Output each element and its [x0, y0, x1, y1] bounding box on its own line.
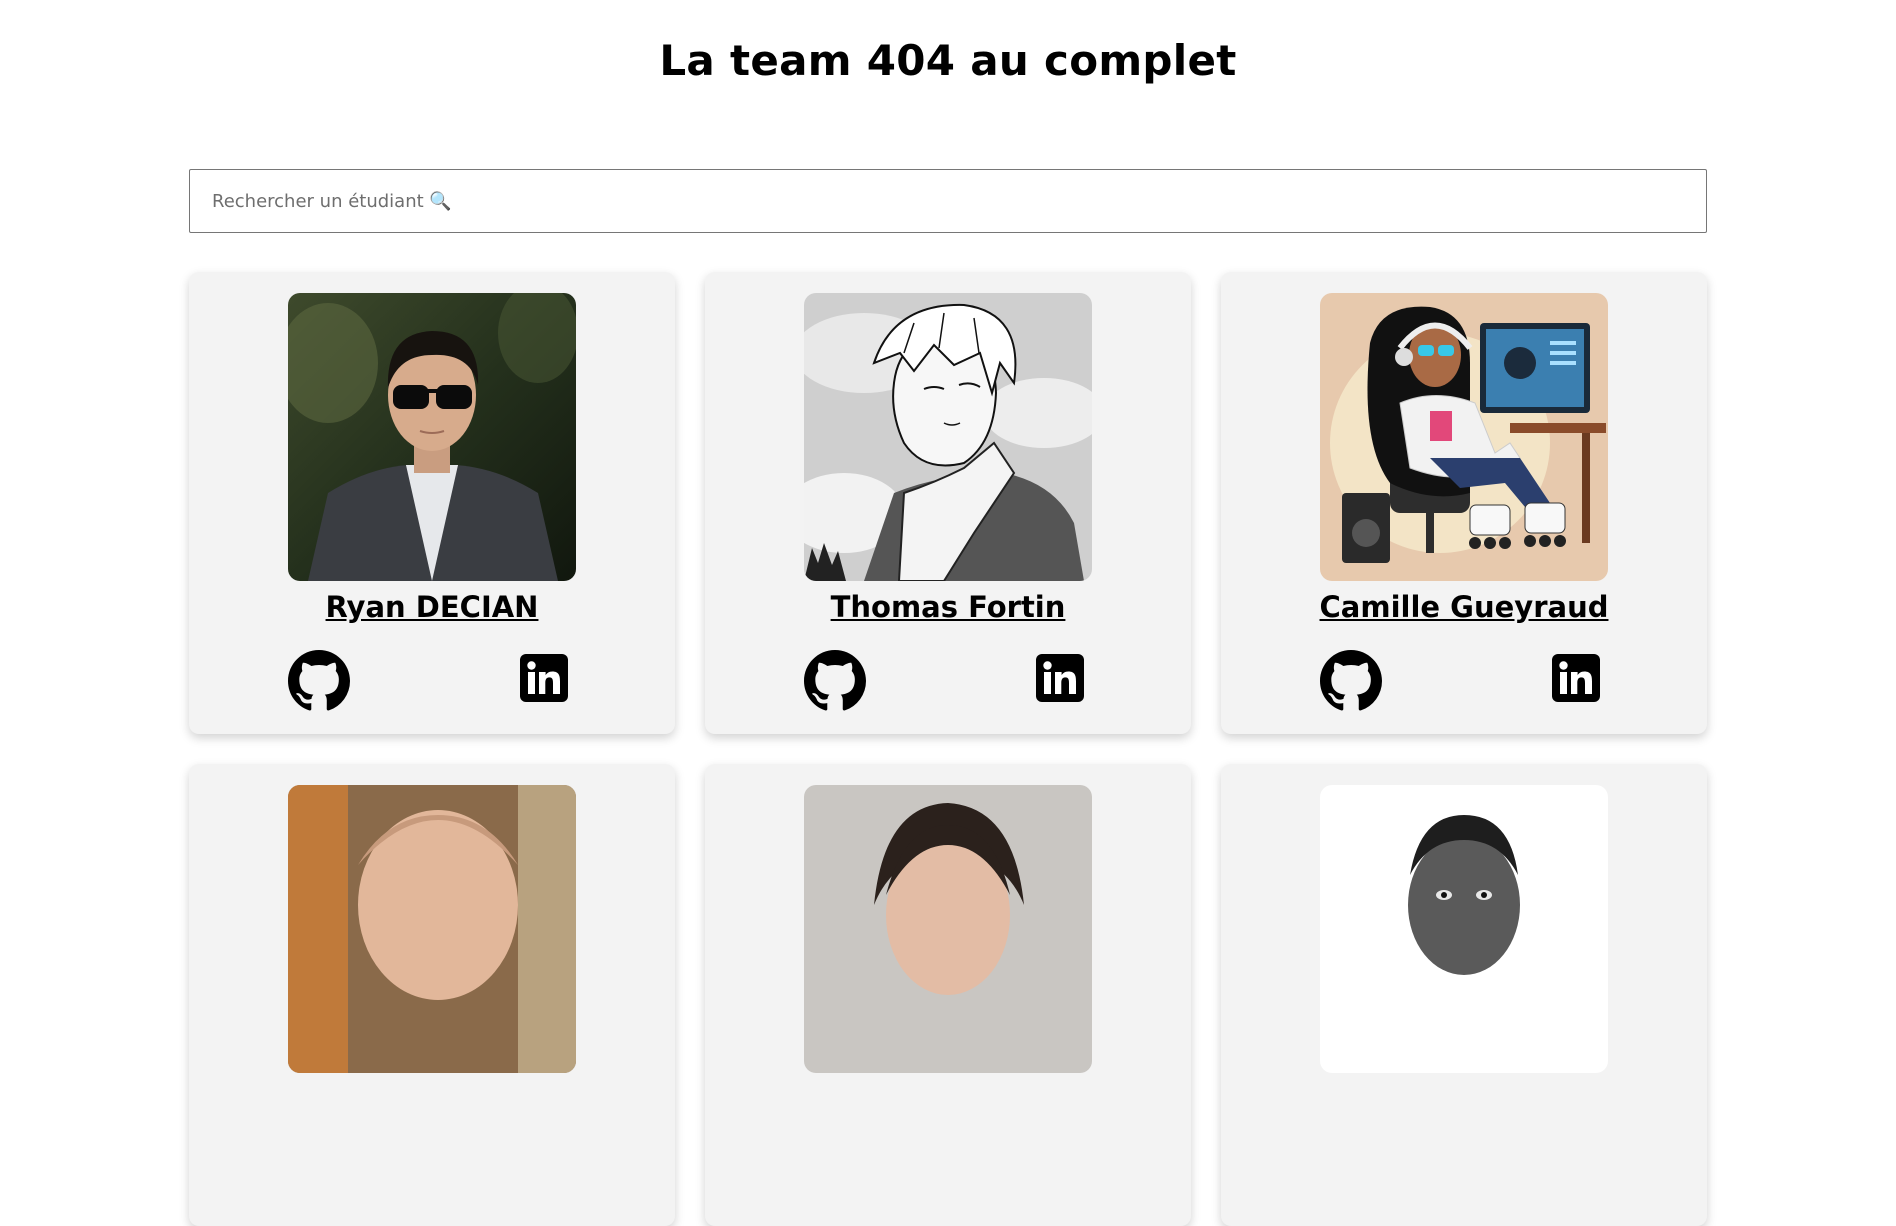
member-card: [189, 764, 675, 1226]
search-input[interactable]: [189, 169, 1707, 233]
member-photo: [1320, 785, 1608, 1073]
member-card: Thomas Fortin: [705, 272, 1191, 734]
member-name[interactable]: Ryan DECIAN: [189, 590, 675, 624]
github-icon[interactable]: [804, 650, 866, 712]
member-photo: [288, 785, 576, 1073]
member-photo: [804, 293, 1092, 581]
member-card: Ryan DECIAN: [189, 272, 675, 734]
linkedin-icon[interactable]: [1036, 654, 1084, 702]
member-photo: [288, 293, 576, 581]
member-name[interactable]: Thomas Fortin: [705, 590, 1191, 624]
member-photo: [804, 785, 1092, 1073]
linkedin-icon[interactable]: [520, 654, 568, 702]
member-card: Camille Gueyraud: [1221, 272, 1707, 734]
linkedin-icon[interactable]: [1552, 654, 1600, 702]
member-photo: [1320, 293, 1608, 581]
github-icon[interactable]: [288, 650, 350, 712]
member-name[interactable]: Camille Gueyraud: [1221, 590, 1707, 624]
member-card: [705, 764, 1191, 1226]
github-icon[interactable]: [1320, 650, 1382, 712]
page-title: La team 404 au complet: [659, 36, 1237, 85]
search-bar: [189, 169, 1707, 233]
member-card: [1221, 764, 1707, 1226]
